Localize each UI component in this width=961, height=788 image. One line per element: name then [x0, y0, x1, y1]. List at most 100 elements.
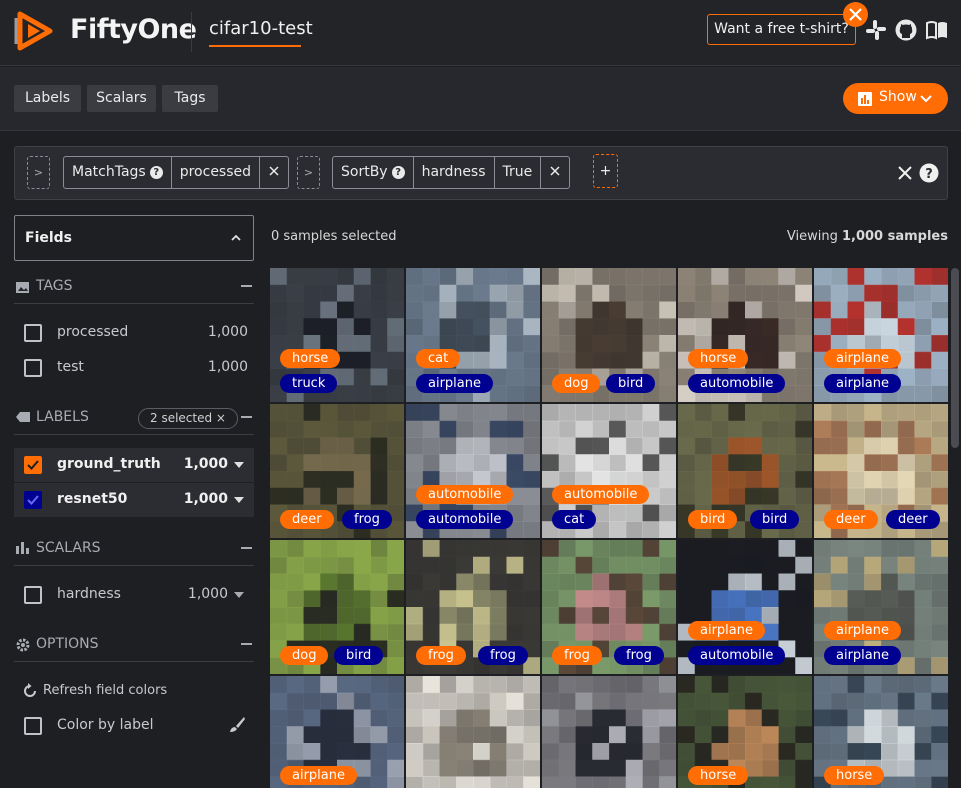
help-icon[interactable]: ?	[391, 166, 405, 179]
add-stage-before-button[interactable]: >	[27, 156, 50, 189]
sample-tile[interactable]: horse automobile	[678, 268, 812, 402]
sample-tile[interactable]: airplane airplane	[814, 540, 948, 674]
sample-tile[interactable]: automobile cat	[542, 404, 676, 538]
sample-tile[interactable]: airplane	[270, 676, 404, 788]
stage-remove-button[interactable]	[260, 157, 288, 188]
refresh-colors-row[interactable]: Refresh field colors	[14, 675, 254, 709]
caret-down-icon[interactable]	[234, 497, 244, 503]
prediction-label[interactable]: deer	[886, 510, 940, 529]
stage-param-reverse[interactable]: True	[495, 157, 542, 188]
ground-truth-label[interactable]: dog	[280, 646, 329, 665]
ground-truth-label[interactable]: airplane	[688, 621, 765, 640]
prediction-label[interactable]: automobile	[416, 510, 514, 529]
collapse-icon[interactable]	[241, 643, 252, 645]
github-icon[interactable]	[894, 18, 918, 42]
prediction-label[interactable]: airplane	[824, 374, 901, 393]
tag-checkbox[interactable]	[24, 324, 42, 342]
tag-row-test[interactable]: test 1,000	[14, 351, 254, 385]
sample-tile[interactable]: airplane automobile	[678, 540, 812, 674]
slack-icon[interactable]	[864, 18, 888, 42]
add-stage-button[interactable]: +	[593, 154, 618, 188]
ground-truth-label[interactable]: deer	[280, 510, 334, 529]
sample-tile[interactable]: bird bird	[678, 404, 812, 538]
sample-tile[interactable]	[406, 676, 540, 788]
labels-section-header[interactable]: LABELS 2 selected ×	[14, 401, 254, 435]
help-icon[interactable]: ?	[149, 166, 163, 179]
ground-truth-label[interactable]: frog	[416, 646, 466, 665]
sample-tile[interactable]: deer frog	[270, 404, 404, 538]
stage-param-field[interactable]: hardness	[414, 157, 495, 188]
sample-tile[interactable]: frog frog	[542, 540, 676, 674]
tag-checkbox[interactable]	[24, 359, 42, 377]
stage-param-tags[interactable]: processed	[172, 157, 261, 188]
add-stage-between-button[interactable]: >	[297, 156, 320, 189]
color-by-label-row[interactable]: Color by label	[14, 709, 254, 743]
show-button[interactable]: Show	[843, 83, 948, 114]
ground-truth-label[interactable]: deer	[824, 510, 878, 529]
ground-truth-label[interactable]: bird	[688, 510, 738, 529]
sample-tile[interactable]: dog bird	[542, 268, 676, 402]
label-row-resnet50[interactable]: resnet50 1,000	[14, 483, 254, 517]
collapse-icon[interactable]	[241, 416, 252, 418]
tags-tab-button[interactable]: Tags	[162, 85, 218, 112]
ground-truth-label[interactable]: airplane	[824, 349, 901, 368]
sample-tile[interactable]: airplane airplane	[814, 268, 948, 402]
prediction-label[interactable]: cat	[552, 510, 597, 529]
sample-tile[interactable]	[542, 676, 676, 788]
tag-row-processed[interactable]: processed 1,000	[14, 316, 254, 350]
sample-tile[interactable]: dog bird	[270, 540, 404, 674]
prediction-label[interactable]: frog	[342, 510, 392, 529]
prediction-label[interactable]: automobile	[688, 646, 786, 665]
stage-name-cell[interactable]: SortBy?	[333, 157, 414, 188]
ground-truth-label[interactable]: dog	[552, 374, 601, 393]
sample-tile[interactable]: horse truck	[270, 268, 404, 402]
sample-tile[interactable]: horse	[814, 676, 948, 788]
sample-tile[interactable]: horse	[678, 676, 812, 788]
prediction-label[interactable]: frog	[614, 646, 664, 665]
prediction-label[interactable]: automobile	[688, 374, 786, 393]
scalars-tab-button[interactable]: Scalars	[87, 85, 156, 112]
options-section-header[interactable]: OPTIONS	[14, 628, 254, 662]
stage-sortby[interactable]: SortBy? hardness True	[332, 156, 571, 189]
sample-tile[interactable]: automobile automobile	[406, 404, 540, 538]
dataset-selector[interactable]: cifar10-test	[209, 18, 313, 39]
stage-matchtags[interactable]: MatchTags? processed	[63, 156, 290, 189]
sample-tile[interactable]: cat airplane	[406, 268, 540, 402]
color-by-label-checkbox[interactable]	[24, 717, 42, 735]
ground-truth-label[interactable]: airplane	[280, 766, 357, 785]
paint-brush-icon[interactable]	[228, 716, 246, 734]
ground-truth-label[interactable]: frog	[552, 646, 602, 665]
label-row-ground-truth[interactable]: ground_truth 1,000	[14, 448, 254, 482]
ground-truth-label[interactable]: airplane	[824, 621, 901, 640]
help-icon[interactable]: ?	[919, 163, 939, 183]
label-checkbox[interactable]	[24, 491, 42, 509]
tags-section-header[interactable]: TAGS	[14, 270, 254, 304]
ground-truth-label[interactable]: cat	[416, 349, 461, 368]
collapse-icon[interactable]	[241, 285, 252, 287]
prediction-label[interactable]: bird	[606, 374, 656, 393]
ground-truth-label[interactable]: automobile	[552, 485, 650, 504]
collapse-icon[interactable]	[241, 547, 252, 549]
stage-remove-button[interactable]	[541, 157, 569, 188]
ground-truth-label[interactable]: horse	[280, 349, 341, 368]
free-tshirt-button[interactable]: Want a free t-shirt?	[707, 14, 856, 45]
labels-tab-button[interactable]: Labels	[14, 85, 81, 112]
ground-truth-label[interactable]: horse	[824, 766, 885, 785]
scalar-row-hardness[interactable]: hardness 1,000	[14, 578, 254, 612]
prediction-label[interactable]: bird	[750, 510, 800, 529]
prediction-label[interactable]: airplane	[416, 374, 493, 393]
ground-truth-label[interactable]: horse	[688, 349, 749, 368]
grid-scrollbar[interactable]	[951, 268, 959, 448]
prediction-label[interactable]: bird	[334, 646, 384, 665]
prediction-label[interactable]: airplane	[824, 646, 901, 665]
scalar-checkbox[interactable]	[24, 586, 42, 604]
fields-dropdown[interactable]: Fields	[14, 215, 254, 261]
ground-truth-label[interactable]: automobile	[416, 485, 514, 504]
sample-tile[interactable]: deer deer	[814, 404, 948, 538]
docs-book-icon[interactable]	[925, 18, 949, 42]
sample-tile[interactable]: frog frog	[406, 540, 540, 674]
prediction-label[interactable]: truck	[280, 374, 338, 393]
stage-name-cell[interactable]: MatchTags?	[64, 157, 172, 188]
prediction-label[interactable]: frog	[478, 646, 528, 665]
selected-labels-badge[interactable]: 2 selected ×	[138, 408, 238, 429]
